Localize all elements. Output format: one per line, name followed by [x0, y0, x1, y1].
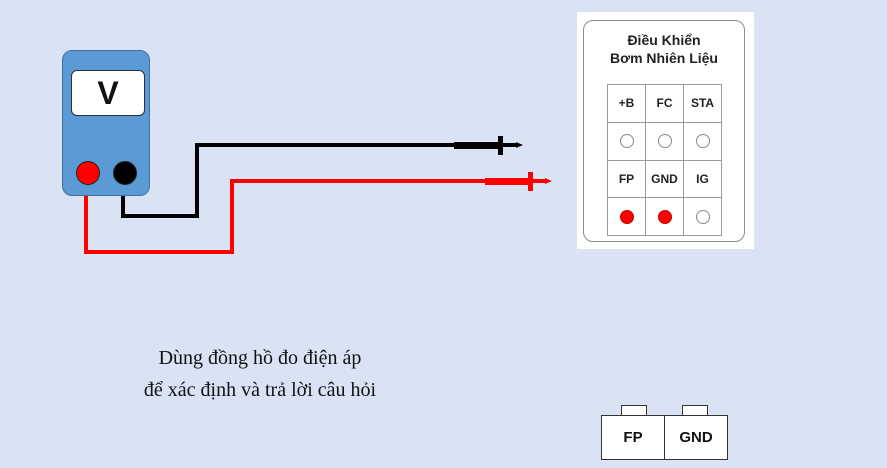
pin-cell — [608, 198, 646, 236]
pin-cell — [646, 198, 684, 236]
pin-cell — [646, 122, 684, 161]
terminal-label-sta: STA — [684, 85, 722, 123]
pin-cell — [608, 122, 646, 161]
meter-mode-label: V — [97, 74, 119, 111]
instruction-caption: Dùng đồng hồ đo điện áp để xác định và t… — [95, 342, 425, 406]
black-probe[interactable] — [454, 136, 523, 155]
panel-frame: Điều Khiển Bơm Nhiên Liệu +B FC STA FP G… — [583, 20, 745, 242]
black-jack[interactable] — [113, 161, 137, 185]
pin-cell — [684, 198, 722, 236]
pin-gnd[interactable] — [657, 209, 672, 224]
terminal-label-b: +B — [608, 85, 646, 123]
terminal-label-fc: FC — [646, 85, 684, 123]
panel-title: Điều Khiển Bơm Nhiên Liệu — [584, 31, 744, 67]
connector-terminal-fp[interactable]: FP — [602, 416, 664, 459]
caption-line2: để xác định và trả lời câu hỏi — [143, 379, 377, 401]
terminal-grid: +B FC STA FP GND IG — [607, 84, 722, 236]
pin-b[interactable] — [619, 134, 634, 149]
meter-display: V — [71, 70, 145, 116]
terminal-label-gnd: GND — [646, 160, 684, 199]
multimeter: V — [62, 50, 150, 196]
terminal-label-ig: IG — [684, 160, 722, 199]
fuel-pump-control-panel: Điều Khiển Bơm Nhiên Liệu +B FC STA FP G… — [577, 12, 754, 249]
caption-line1: Dùng đồng hồ đo điện áp — [158, 347, 362, 369]
pin-ig[interactable] — [695, 209, 710, 224]
pin-fc[interactable] — [657, 134, 672, 149]
fp-gnd-connector: FP GND — [601, 405, 728, 460]
panel-title-line1: Điều Khiển — [627, 32, 701, 48]
pin-cell — [684, 122, 722, 161]
terminal-label-fp: FP — [608, 160, 646, 199]
connector-body: FP GND — [601, 415, 728, 460]
red-probe[interactable] — [485, 172, 552, 191]
pin-fp[interactable] — [619, 209, 634, 224]
pin-sta[interactable] — [695, 134, 710, 149]
panel-title-line2: Bơm Nhiên Liệu — [610, 50, 718, 66]
red-jack[interactable] — [76, 161, 100, 185]
connector-terminal-gnd[interactable]: GND — [664, 416, 727, 459]
